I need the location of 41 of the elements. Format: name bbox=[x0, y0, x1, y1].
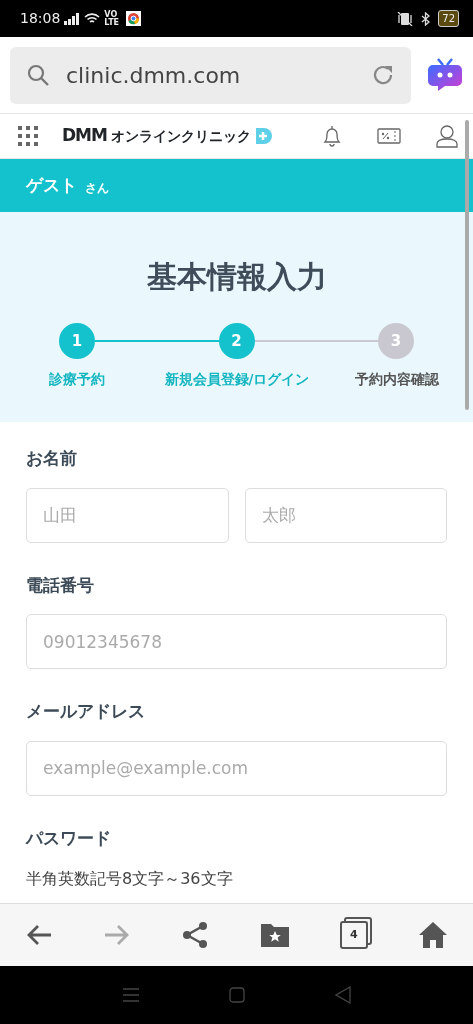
user-name: ゲスト bbox=[26, 173, 77, 197]
address-bar[interactable]: clinic.dmm.com bbox=[10, 46, 411, 104]
input-field[interactable]: example@example.com bbox=[26, 740, 447, 796]
vibrate-off-icon bbox=[397, 11, 414, 26]
logo-text: オンラインクリニック bbox=[110, 126, 251, 146]
coupon-icon[interactable] bbox=[377, 127, 401, 145]
hint-text: 半角英数記号8文字～36文字 bbox=[26, 868, 234, 890]
field-label: パスワード bbox=[26, 826, 112, 850]
user-icon[interactable] bbox=[435, 124, 459, 148]
page-title: 基本情報入力 bbox=[145, 258, 328, 296]
bookmark-folder-icon[interactable] bbox=[259, 922, 290, 948]
honorific-text: さん bbox=[85, 179, 109, 197]
browser-app-icon bbox=[126, 11, 142, 26]
url-text: clinic.dmm.com bbox=[66, 61, 242, 90]
apps-grid-icon[interactable] bbox=[18, 126, 38, 146]
field-label: メールアドレス bbox=[26, 700, 146, 723]
battery-indicator: 72 bbox=[438, 10, 459, 27]
signal-icon bbox=[64, 12, 81, 25]
wifi-icon bbox=[84, 12, 101, 25]
input-field[interactable]: 太郎 bbox=[244, 487, 447, 543]
bluetooth-icon bbox=[421, 11, 431, 26]
cross-logo-icon bbox=[254, 127, 273, 145]
robot-icon[interactable] bbox=[427, 57, 463, 93]
search-icon bbox=[26, 63, 50, 87]
share-icon[interactable] bbox=[181, 921, 210, 949]
input-field[interactable]: 山田 bbox=[26, 487, 229, 543]
step-number: 2 bbox=[218, 323, 255, 359]
home-icon[interactable] bbox=[417, 921, 448, 949]
field-label: お名前 bbox=[26, 447, 78, 470]
field-label: 電話番号 bbox=[26, 573, 95, 597]
network-label: VO LTE bbox=[104, 10, 121, 27]
clock-text: 18:08 bbox=[20, 9, 61, 28]
back-arrow-icon[interactable] bbox=[25, 923, 54, 947]
reload-icon[interactable] bbox=[371, 63, 395, 87]
step-label: 新規会員登録/ログイン bbox=[164, 371, 310, 387]
step-label: 予約内容確認 bbox=[355, 371, 439, 387]
input-field[interactable]: 09012345678 bbox=[26, 614, 447, 669]
step-number: 1 bbox=[59, 323, 95, 359]
bell-icon[interactable] bbox=[321, 124, 343, 148]
step-label: 診療予約 bbox=[49, 371, 105, 387]
logo-text: DMM bbox=[62, 124, 107, 148]
